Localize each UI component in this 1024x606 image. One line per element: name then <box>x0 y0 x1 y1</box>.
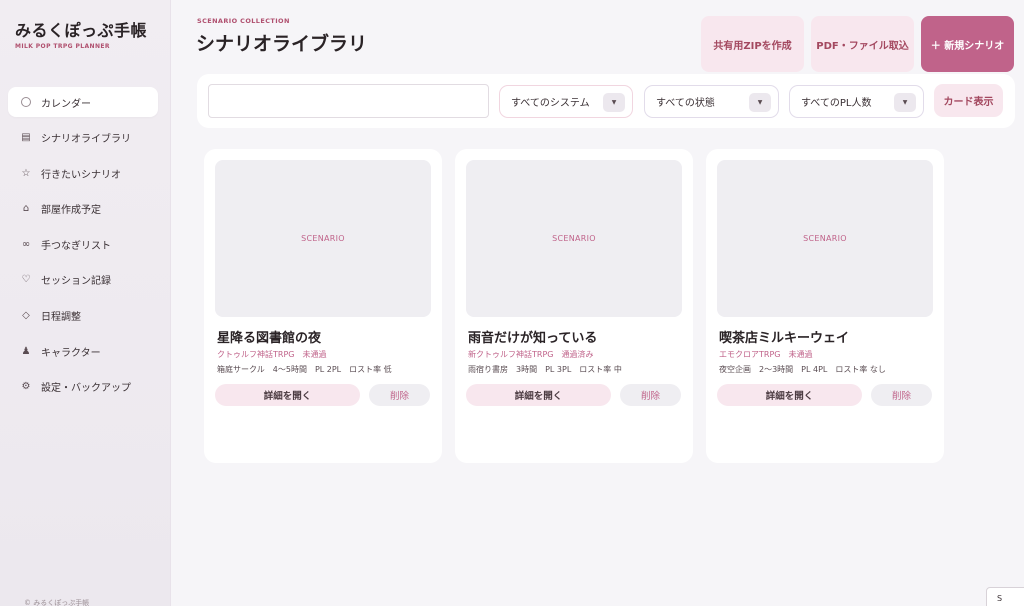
page-eyebrow: SCENARIO COLLECTION <box>197 17 290 25</box>
corner-widget[interactable]: S <box>986 587 1024 606</box>
scenario-meta: 夜空企画 2〜3時間 PL 4PL ロスト率 なし <box>719 365 886 374</box>
sidebar-item-settings[interactable]: ⚙ 設定・バックアップ <box>8 372 158 402</box>
system-select[interactable]: すべてのシステム ▼ <box>499 85 633 118</box>
sidebar-item-hand-holding-list[interactable]: ∞ 手つなぎリスト <box>8 229 158 259</box>
scenario-card: SCENARIO 雨音だけが知っている 新クトゥルフ神話TRPG 通過済み 雨宿… <box>455 149 693 463</box>
sidebar-item-label: 行きたいシナリオ <box>41 169 121 181</box>
system-select-value: すべてのシステム <box>511 98 590 109</box>
sidebar: みるくぽっぷ手帳 MILK POP TRPG PLANNER カレンダー ▤ シ… <box>0 0 171 606</box>
status-select[interactable]: すべての状態 ▼ <box>644 85 779 118</box>
chevron-down-icon: ▼ <box>603 93 625 112</box>
players-select-value: すべてのPL人数 <box>801 98 872 109</box>
diamond-icon: ◇ <box>22 310 30 322</box>
sidebar-item-label: セッション記録 <box>41 276 111 288</box>
scenario-thumbnail: SCENARIO <box>215 160 431 317</box>
chevron-down-icon: ▼ <box>749 93 771 112</box>
sidebar-item-scenario-library[interactable]: ▤ シナリオライブラリ <box>8 123 158 153</box>
sidebar-item-label: カレンダー <box>41 98 91 110</box>
status-select-value: すべての状態 <box>656 98 715 109</box>
sidebar-item-session-log[interactable]: ♡ セッション記録 <box>8 265 158 295</box>
scenario-thumbnail: SCENARIO <box>717 160 933 317</box>
search-input[interactable] <box>208 84 489 118</box>
scenario-meta: 箱庭サークル 4〜5時間 PL 2PL ロスト率 低 <box>217 365 392 374</box>
delete-button[interactable]: 削除 <box>369 384 430 406</box>
chevron-down-icon: ▼ <box>894 93 916 112</box>
scenario-thumbnail: SCENARIO <box>466 160 682 317</box>
delete-button[interactable]: 削除 <box>620 384 681 406</box>
sidebar-item-room-plans[interactable]: ⌂ 部屋作成予定 <box>8 194 158 224</box>
sidebar-nav: カレンダー ▤ シナリオライブラリ ☆ 行きたいシナリオ ⌂ 部屋作成予定 ∞ … <box>8 87 158 407</box>
sidebar-item-label: 手つなぎリスト <box>41 240 111 252</box>
new-scenario-button[interactable]: ＋ 新規シナリオ <box>921 16 1014 72</box>
scenario-card: SCENARIO 喫茶店ミルキーウェイ エモクロアTRPG 未通過 夜空企画 2… <box>706 149 944 463</box>
page-title: シナリオライブラリ <box>196 33 368 55</box>
scenario-title: 雨音だけが知っている <box>468 331 598 346</box>
sidebar-item-label: 日程調整 <box>41 312 81 324</box>
import-pdf-button[interactable]: PDF・ファイル取込 <box>811 16 914 72</box>
app-title: みるくぽっぷ手帳 <box>15 21 148 40</box>
card-view-button[interactable]: カード表示 <box>934 84 1003 117</box>
scenario-card: SCENARIO 星降る図書館の夜 クトゥルフ神話TRPG 未通過 箱庭サークル… <box>204 149 442 463</box>
sidebar-item-calendar[interactable]: カレンダー <box>8 87 158 117</box>
scenario-title: 喫茶店ミルキーウェイ <box>719 331 850 346</box>
sidebar-item-label: キャラクター <box>41 347 101 359</box>
scenario-meta: 雨宿り書房 3時間 PL 3PL ロスト率 中 <box>468 365 622 374</box>
app-subtitle: MILK POP TRPG PLANNER <box>15 43 110 50</box>
heart-icon: ♡ <box>21 274 31 286</box>
sidebar-item-label: 部屋作成予定 <box>41 205 101 217</box>
star-icon: ☆ <box>21 167 31 179</box>
house-icon: ⌂ <box>22 203 30 215</box>
open-detail-button[interactable]: 詳細を開く <box>717 384 862 406</box>
corner-widget-label: S <box>997 593 1003 603</box>
open-detail-button[interactable]: 詳細を開く <box>215 384 360 406</box>
sidebar-item-characters[interactable]: ♟ キャラクター <box>8 336 158 366</box>
sidebar-item-label: 設定・バックアップ <box>41 383 131 395</box>
scenario-system-status: エモクロアTRPG 未通過 <box>719 350 813 359</box>
gear-icon: ⚙ <box>21 381 31 393</box>
sidebar-item-label: シナリオライブラリ <box>41 134 131 146</box>
scenario-system-status: クトゥルフ神話TRPG 未通過 <box>217 350 327 359</box>
scenario-system-status: 新クトゥルフ神話TRPG 通過済み <box>468 350 594 359</box>
sidebar-footer: © みるくぽっぷ手帳 <box>24 599 90 606</box>
person-icon: ♟ <box>21 345 31 357</box>
sidebar-item-wishlist[interactable]: ☆ 行きたいシナリオ <box>8 158 158 188</box>
create-zip-button[interactable]: 共有用ZIPを作成 <box>701 16 804 72</box>
open-detail-button[interactable]: 詳細を開く <box>466 384 611 406</box>
players-select[interactable]: すべてのPL人数 ▼ <box>789 85 924 118</box>
infinity-icon: ∞ <box>21 238 31 250</box>
delete-button[interactable]: 削除 <box>871 384 932 406</box>
library-icon: ▤ <box>21 132 31 144</box>
filter-bar: すべてのシステム ▼ すべての状態 ▼ すべてのPL人数 ▼ カード表示 <box>197 74 1015 128</box>
sidebar-item-schedule[interactable]: ◇ 日程調整 <box>8 301 158 331</box>
calendar-circle-icon <box>21 97 31 107</box>
scenario-title: 星降る図書館の夜 <box>217 331 322 346</box>
